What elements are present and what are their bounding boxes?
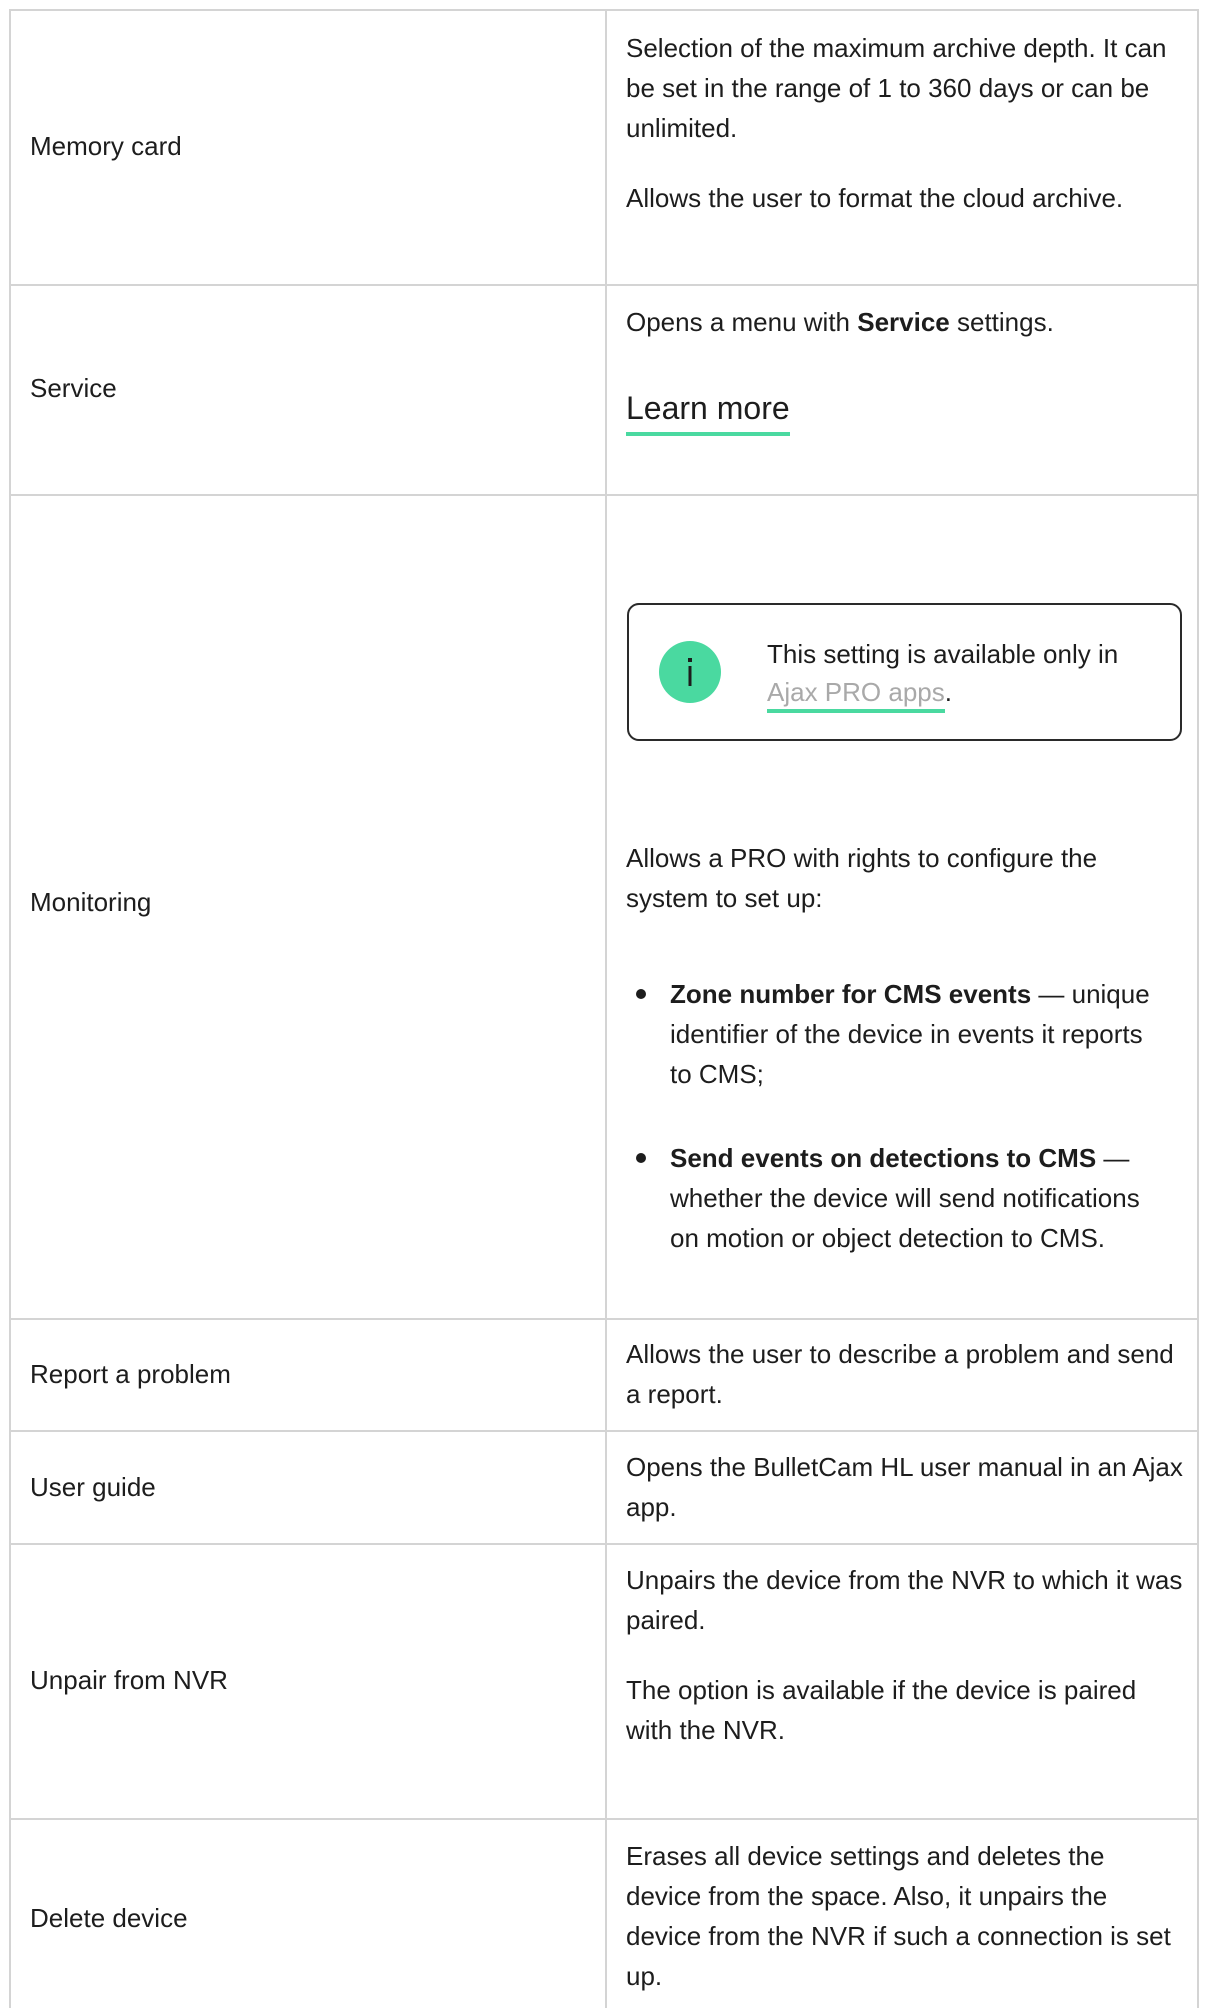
description-text: Opens a menu with xyxy=(626,307,858,337)
description-paragraph: Opens the BulletCam HL user manual in an… xyxy=(626,1452,1183,1522)
row-label-monitoring: Monitoring xyxy=(30,887,152,917)
monitoring-intro: Allows a PRO with rights to configure th… xyxy=(626,843,1098,913)
bullet-text: Zone number for CMS events — unique iden… xyxy=(670,974,1170,1094)
description-text: settings. xyxy=(949,307,1054,337)
description-paragraph: Allows the user to format the cloud arch… xyxy=(626,183,1124,213)
table-border-top xyxy=(9,9,1199,11)
settings-table: Memory card Selection of the maximum arc… xyxy=(0,0,1208,2008)
row-description-unpair: Unpairs the device from the NVR to which… xyxy=(626,1560,1186,1750)
row-divider xyxy=(9,1543,1199,1545)
row-label-user-guide: User guide xyxy=(30,1472,156,1502)
row-description-service: Opens a menu with Service settings. xyxy=(626,302,1186,342)
bullet-bold: Send events on detections to CMS xyxy=(670,1143,1097,1173)
info-note-text: This setting is available only in Ajax P… xyxy=(767,635,1167,713)
description-bold: Service xyxy=(857,307,950,337)
ajax-pro-apps-link[interactable]: Ajax PRO apps xyxy=(767,677,945,713)
column-divider xyxy=(605,9,607,2008)
description-paragraph: Opens a menu with Service settings. xyxy=(626,302,1186,342)
row-label-service: Service xyxy=(30,373,117,403)
note-text: This setting is available only in xyxy=(767,639,1119,669)
row-divider xyxy=(9,1318,1199,1320)
description-paragraph: Erases all device settings and deletes t… xyxy=(626,1841,1171,1991)
row-description-memory-card: Selection of the maximum archive depth. … xyxy=(626,28,1186,218)
info-note: This setting is available only in Ajax P… xyxy=(627,603,1182,741)
note-text: . xyxy=(944,677,952,707)
bullet-icon xyxy=(636,1153,646,1163)
info-icon xyxy=(659,641,721,703)
row-description-user-guide: Opens the BulletCam HL user manual in an… xyxy=(626,1447,1186,1527)
row-label-memory-card: Memory card xyxy=(30,131,182,161)
row-label-report-a-problem: Report a problem xyxy=(30,1359,231,1389)
bullet-icon xyxy=(636,989,646,999)
row-divider xyxy=(9,1430,1199,1432)
learn-more-link[interactable]: Learn more xyxy=(626,388,790,436)
row-label-unpair-from-nvr: Unpair from NVR xyxy=(30,1665,228,1695)
bullet-bold: Zone number for CMS events xyxy=(670,979,1032,1009)
row-divider xyxy=(9,1818,1199,1820)
table-border-right xyxy=(1197,9,1199,2008)
description-paragraph: Unpairs the device from the NVR to which… xyxy=(626,1565,1183,1635)
row-divider xyxy=(9,494,1199,496)
row-divider xyxy=(9,284,1199,286)
table-border-left xyxy=(9,9,11,2008)
row-description-report: Allows the user to describe a problem an… xyxy=(626,1334,1186,1414)
row-description-delete: Erases all device settings and deletes t… xyxy=(626,1836,1186,1996)
description-paragraph: The option is available if the device is… xyxy=(626,1675,1137,1745)
bullet-text: Send events on detections to CMS — wheth… xyxy=(670,1138,1170,1258)
row-label-delete-device: Delete device xyxy=(30,1903,188,1933)
description-paragraph: Selection of the maximum archive depth. … xyxy=(626,33,1167,143)
description-paragraph: Allows the user to describe a problem an… xyxy=(626,1339,1174,1409)
